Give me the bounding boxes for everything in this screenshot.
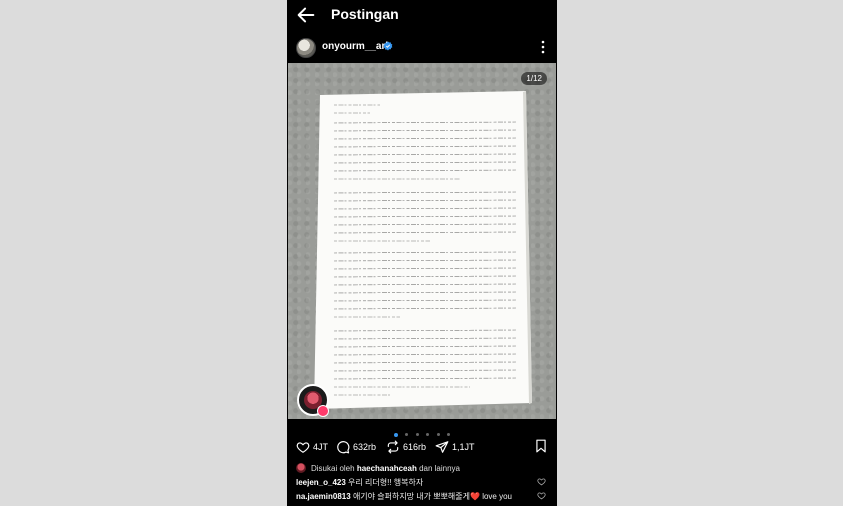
instagram-post-screen: Postingan onyourm__ark 1/12 4JT 632rb 61… (287, 0, 557, 506)
carousel-dot (426, 433, 430, 437)
repost-button[interactable]: 616rb (386, 438, 426, 456)
comment-text: 애기야 슬퍼하지망 내가 뽀뽀해줄게❤️ love you (352, 492, 512, 501)
repost-icon (387, 440, 399, 454)
page-title: Postingan (331, 6, 399, 22)
post-image[interactable]: 1/12 (288, 63, 556, 419)
carousel-dot (436, 433, 440, 437)
image-counter: 1/12 (521, 72, 547, 85)
comment-button[interactable]: 632rb (336, 438, 376, 456)
verified-badge-icon (383, 41, 393, 51)
liked-by-user[interactable]: haechanahceah (357, 464, 417, 473)
carousel-dot (447, 433, 451, 437)
liked-by-prefix: Disukai oleh (311, 463, 355, 473)
comment-username[interactable]: leejen_o_423 (296, 478, 346, 487)
heart-icon (296, 442, 310, 453)
carousel-dot-active (393, 432, 398, 437)
action-bar: 4JT 632rb 616rb 1,1JT (287, 438, 557, 456)
comment-like-icon[interactable] (537, 491, 546, 500)
carousel-dot (415, 433, 419, 437)
share-icon (435, 441, 449, 453)
comment-item: leejen_o_423 우리 리더형!! 행복하자 (296, 477, 546, 488)
comment-icon (337, 441, 350, 454)
post-header: onyourm__ark (287, 36, 557, 58)
repost-count: 616rb (403, 442, 427, 452)
back-arrow-icon[interactable] (295, 4, 317, 26)
share-count: 1,1JT (452, 442, 475, 452)
comment-item: na.jaemin0813 애기야 슬퍼하지망 내가 뽀뽀해줄게❤️ love … (296, 491, 546, 502)
share-button[interactable]: 1,1JT (435, 438, 475, 456)
top-bar: Postingan (287, 0, 557, 30)
liked-by-avatar (296, 463, 306, 473)
liked-by-line: Disukai oleh haechanahceah dan lainnya (296, 463, 460, 473)
like-button[interactable]: 4JT (296, 438, 328, 456)
comment-count: 632rb (353, 442, 377, 452)
comment-text: 우리 리더형!! 행복하자 (348, 478, 424, 487)
carousel-indicator (287, 426, 557, 437)
carousel-dot (405, 433, 409, 437)
liked-by-suffix[interactable]: dan lainnya (419, 464, 460, 473)
bookmark-icon[interactable] (534, 438, 548, 454)
comment-like-icon[interactable] (537, 477, 546, 486)
like-badge-icon (317, 405, 329, 417)
more-options-icon[interactable] (538, 39, 548, 55)
author-avatar[interactable] (296, 38, 316, 58)
comment-username[interactable]: na.jaemin0813 (296, 492, 351, 501)
like-count: 4JT (313, 442, 329, 452)
handwritten-letter-image (314, 91, 532, 409)
author-username[interactable]: onyourm__ark (322, 41, 391, 52)
